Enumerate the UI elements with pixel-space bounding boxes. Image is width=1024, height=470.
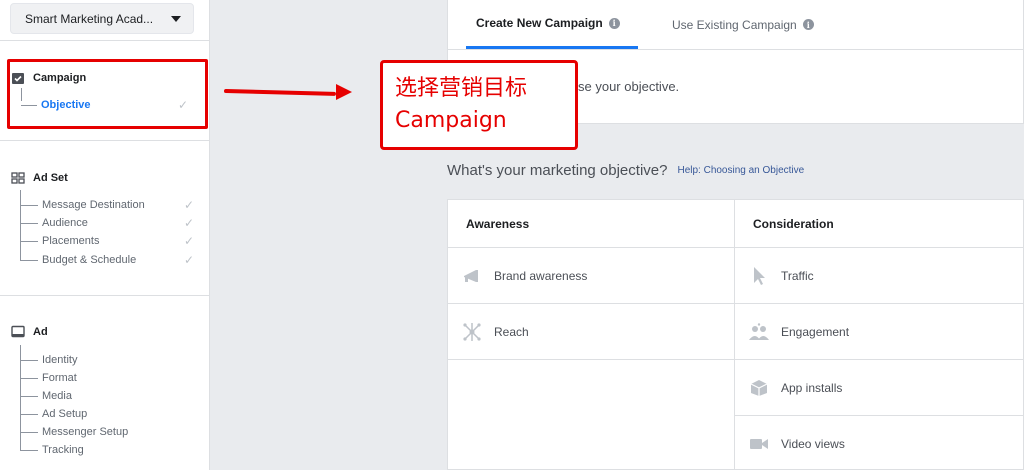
tree-connector [20,377,38,379]
column-header: Consideration [735,200,1023,248]
objective-label: Brand awareness [494,268,588,283]
ad-monitor-icon [11,325,25,338]
sidebar-item-ad-setup[interactable]: Ad Setup [20,406,200,422]
adset-grid-icon [11,172,25,184]
sidebar-item-media[interactable]: Media [20,388,200,404]
objective-label: Engagement [781,324,850,339]
question-text: What's your marketing objective? [447,162,668,179]
sidebar-item-label: Messenger Setup [42,426,129,438]
sidebar-item-label: Ad Setup [42,408,88,420]
tree-connector [20,222,38,224]
check-icon: ✓ [183,198,194,212]
annotation-text-line1: 选择营销目标 [395,76,528,101]
info-icon[interactable]: i [608,17,620,29]
sidebar-item-label: Budget & Schedule [42,254,137,266]
account-selector[interactable]: Smart Marketing Acad... [10,3,194,34]
sidebar-item-messenger-setup[interactable]: Messenger Setup [20,424,200,440]
sidebar: Smart Marketing Acad... Campaign Objecti… [0,0,210,470]
column-awareness: Awareness Brand awareness Reach [448,200,735,470]
sidebar-item-label: Format [42,372,77,384]
chevron-down-icon [171,16,181,22]
divider [448,49,1023,50]
account-name: Smart Marketing Acad... [25,11,154,26]
annotation-highlight-box [7,59,208,129]
column-consideration: Consideration Traffic Engagement App ins… [735,200,1023,470]
divider [0,40,210,41]
annotation-arrow-head [336,84,352,100]
sidebar-item-identity[interactable]: Identity [20,352,200,368]
sidebar-item-label: Audience [42,217,88,229]
section-ad[interactable]: Ad [11,325,48,339]
objective-traffic[interactable]: Traffic [735,248,1023,304]
objective-app-installs[interactable]: App installs [735,360,1023,416]
section-title-adset: Ad Set [33,172,68,184]
info-icon[interactable]: i [802,19,814,30]
tree-connector [20,413,38,415]
tab-label: Use Existing Campaign [672,17,797,32]
people-icon [749,322,769,342]
sidebar-item-message-destination[interactable]: Message Destination ✓ [20,197,200,213]
section-adset[interactable]: Ad Set [11,171,68,185]
objective-label: Traffic [781,268,814,283]
sidebar-item-format[interactable]: Format [20,370,200,386]
cursor-icon [749,266,769,286]
tree-connector [20,359,38,361]
divider [0,140,210,141]
tree-connector [20,240,38,242]
objective-engagement[interactable]: Engagement [735,304,1023,360]
objective-reach[interactable]: Reach [448,304,734,360]
sidebar-item-audience[interactable]: Audience ✓ [20,215,200,231]
divider [0,295,210,296]
sidebar-item-budget-schedule[interactable]: Budget & Schedule ✓ [20,252,200,268]
annotation-text-line2: Campaign [395,108,507,133]
tree-connector [20,431,38,433]
tree-connector [20,259,38,261]
objective-prompt: se your objective. [578,79,680,94]
objectives-grid: Awareness Brand awareness Reach Consider… [447,199,1024,470]
tab-label: Create New Campaign [476,16,603,30]
objective-question: What's your marketing objective? Help: C… [447,162,804,179]
annotation-arrow-shaft [223,89,337,96]
objective-label: App installs [781,380,843,395]
annotation-callout: 选择营销目标 Campaign [380,60,578,150]
tree-connector [20,449,38,451]
objective-label: Video views [781,436,845,451]
sidebar-item-label: Placements [42,235,100,247]
objective-label: Reach [494,324,529,339]
tab-create-new-campaign[interactable]: Create New Campaign i [466,0,638,49]
check-icon: ✓ [183,216,194,230]
column-header: Awareness [448,200,734,248]
tree-connector [20,204,38,206]
objective-brand-awareness[interactable]: Brand awareness [448,248,734,304]
tab-use-existing-campaign[interactable]: Use Existing Campaign i [672,0,814,49]
objective-video-views[interactable]: Video views [735,416,1023,470]
check-icon: ✓ [183,234,194,248]
sidebar-item-placements[interactable]: Placements ✓ [20,233,200,249]
sidebar-item-label: Identity [42,354,78,366]
check-icon: ✓ [183,253,194,267]
video-camera-icon [749,434,769,454]
help-link[interactable]: Help: Choosing an Objective [677,165,804,176]
megaphone-icon [462,266,482,286]
sidebar-item-tracking[interactable]: Tracking [20,442,200,458]
tree-connector [20,395,38,397]
sidebar-item-label: Tracking [42,444,84,456]
sidebar-item-label: Message Destination [42,199,145,211]
sidebar-item-label: Media [42,390,72,402]
section-title-ad: Ad [33,326,48,338]
network-icon [462,322,482,342]
box-icon [749,378,769,398]
